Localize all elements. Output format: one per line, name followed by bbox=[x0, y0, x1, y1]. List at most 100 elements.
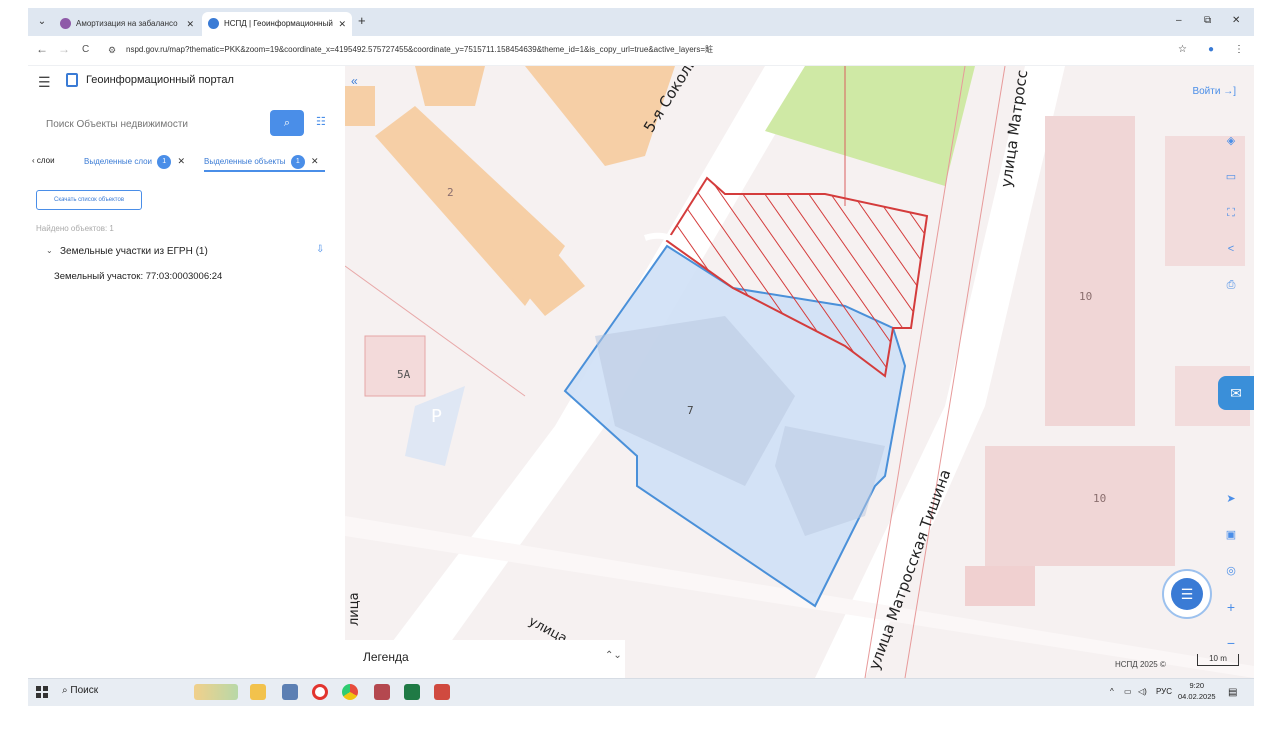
browser-menu-icon[interactable]: ⋮ bbox=[1234, 44, 1244, 55]
layers-icon[interactable]: ◈ bbox=[1218, 130, 1244, 152]
reload-button[interactable]: C bbox=[82, 44, 89, 55]
forward-button[interactable]: → bbox=[58, 42, 70, 56]
minimize-button[interactable]: – bbox=[1176, 15, 1182, 26]
windows-taskbar: ⌕ Поиск ^ ▭ ◁) РУС 9:20 04.02.2025 ▤ bbox=[28, 678, 1254, 706]
scale-bar: 10 m bbox=[1197, 654, 1239, 666]
building-pink bbox=[985, 446, 1175, 566]
calculator-icon[interactable] bbox=[282, 684, 298, 700]
opera-icon[interactable] bbox=[312, 684, 328, 700]
tab-title: Амортизация на забалансо bbox=[76, 19, 178, 28]
chip-count-badge: 1 bbox=[157, 154, 172, 169]
parking-icon: P bbox=[431, 406, 442, 427]
screen: ⌄ Амортизация на забалансо ✕ НСПД | Геои… bbox=[28, 8, 1254, 706]
browser-tab-nspd[interactable]: НСПД | Геоинформационный ✕ bbox=[202, 12, 352, 36]
filter-settings-icon[interactable]: ☷ bbox=[316, 115, 326, 128]
share-icon[interactable]: < bbox=[1218, 238, 1244, 260]
bookmark-star-icon[interactable]: ☆ bbox=[1178, 44, 1187, 55]
profile-icon[interactable]: ● bbox=[1208, 44, 1214, 55]
navigate-icon[interactable]: ➤ bbox=[1218, 488, 1244, 510]
parcel-list-item[interactable]: Земельный участок: 77:03:0003006:24 bbox=[54, 271, 222, 282]
tab-favicon-icon bbox=[60, 18, 71, 29]
copyright-text: НСПД 2025 © bbox=[1115, 660, 1166, 669]
map-svg bbox=[345, 66, 1254, 678]
browser-tab-amortization[interactable]: Амортизация на забалансо ✕ bbox=[54, 12, 200, 36]
print-icon[interactable]: ⎙ bbox=[1218, 274, 1244, 296]
hamburger-menu-icon[interactable]: ☰ bbox=[38, 74, 51, 91]
download-list-button[interactable]: Скачать список объектов bbox=[36, 190, 142, 210]
tab-search-dropdown[interactable]: ⌄ bbox=[34, 14, 50, 30]
building-orange bbox=[345, 86, 375, 126]
chip-label: Выделенные слои bbox=[84, 157, 152, 166]
geolocation-icon[interactable]: ◎ bbox=[1218, 560, 1244, 582]
ruler-icon[interactable]: ▭ bbox=[1218, 166, 1244, 188]
legend-panel[interactable]: Легенда ⌃⌄ bbox=[345, 640, 625, 678]
result-group-title[interactable]: Земельные участки из ЕГРН (1) bbox=[60, 246, 208, 257]
app-icon[interactable] bbox=[374, 684, 390, 700]
back-to-layers-link[interactable]: ‹ слои bbox=[32, 156, 55, 165]
building-number-2: 2 bbox=[447, 186, 454, 199]
clock-date: 04.02.2025 bbox=[1178, 692, 1216, 701]
screen-icon[interactable]: ▣ bbox=[1218, 524, 1244, 546]
url-field[interactable]: nspd.gov.ru/map?thematic=PKK&zoom=19&coo… bbox=[126, 44, 713, 55]
chrome-icon[interactable] bbox=[342, 684, 358, 700]
close-window-button[interactable]: ✕ bbox=[1232, 15, 1240, 26]
building-number-5a: 5А bbox=[397, 368, 411, 381]
weather-widget-icon[interactable] bbox=[194, 684, 238, 700]
portal-logo-icon bbox=[66, 73, 78, 87]
building-5a bbox=[364, 335, 426, 397]
zoom-out-button[interactable]: − bbox=[1218, 632, 1244, 654]
chat-button[interactable]: ✉ bbox=[1218, 376, 1254, 410]
list-icon: ☰ bbox=[1171, 578, 1203, 610]
tab-favicon-icon bbox=[208, 18, 219, 29]
tab-close-icon[interactable]: ✕ bbox=[338, 12, 346, 36]
selection-tabs: ‹ слои Выделенные слои 1 ✕ Выделенные об… bbox=[28, 150, 345, 174]
system-clock[interactable]: 9:20 04.02.2025 bbox=[1178, 680, 1216, 702]
new-tab-button[interactable]: + bbox=[358, 13, 366, 28]
building-orange bbox=[415, 66, 485, 106]
app-icon[interactable] bbox=[434, 684, 450, 700]
chip-close-icon[interactable]: ✕ bbox=[311, 156, 319, 166]
found-count: Найдено объектов: 1 bbox=[36, 224, 114, 233]
expand-collapse-icon[interactable]: ⌃⌄ bbox=[605, 650, 622, 661]
taskbar-search[interactable]: ⌕ Поиск bbox=[62, 685, 98, 696]
taskbar-search-label: Поиск bbox=[70, 685, 99, 696]
building-number-7: 7 bbox=[687, 404, 694, 417]
download-icon[interactable]: ⇩ bbox=[316, 244, 324, 255]
notifications-icon[interactable]: ▤ bbox=[1228, 687, 1237, 698]
select-area-icon[interactable]: ⛶ bbox=[1218, 202, 1244, 224]
tray-overflow-icon[interactable]: ^ bbox=[1110, 687, 1114, 696]
chevron-down-icon[interactable]: ⌄ bbox=[46, 246, 53, 255]
tab-selected-layers[interactable]: Выделенные слои 1 ✕ bbox=[84, 152, 185, 172]
excel-icon[interactable] bbox=[404, 684, 420, 700]
login-button[interactable]: Войти →] bbox=[1192, 86, 1236, 97]
search-button[interactable]: ⌕ bbox=[270, 110, 304, 136]
collapse-panel-button[interactable]: « bbox=[351, 74, 358, 88]
street-label-edge: лица bbox=[347, 592, 362, 626]
search-input[interactable] bbox=[36, 112, 266, 136]
building-number-10: 10 bbox=[1093, 492, 1107, 505]
browser-tabbar: ⌄ Амортизация на забалансо ✕ НСПД | Геои… bbox=[28, 8, 1254, 36]
volume-icon[interactable]: ◁) bbox=[1138, 687, 1147, 696]
building-pink bbox=[1045, 116, 1135, 426]
tab-selected-objects[interactable]: Выделенные объекты 1 ✕ bbox=[204, 152, 325, 172]
legend-label: Легенда bbox=[363, 650, 409, 664]
chip-label: Выделенные объекты bbox=[204, 157, 286, 166]
map-canvas[interactable]: 5-я Сокольническ улица Матросс улица Мат… bbox=[345, 66, 1254, 678]
legend-menu-button[interactable]: ☰ bbox=[1162, 569, 1212, 619]
chat-icon: ✉ bbox=[1230, 385, 1242, 401]
back-button[interactable]: ← bbox=[36, 42, 48, 56]
clock-time: 9:20 bbox=[1189, 681, 1205, 690]
site-info-icon[interactable]: ⚙ bbox=[108, 45, 116, 56]
network-icon[interactable]: ▭ bbox=[1124, 687, 1132, 696]
language-indicator[interactable]: РУС bbox=[1156, 687, 1172, 696]
building-pink bbox=[965, 566, 1035, 606]
tab-title: НСПД | Геоинформационный bbox=[224, 19, 333, 28]
file-explorer-icon[interactable] bbox=[250, 684, 266, 700]
sidebar-panel: ☰ Геоинформационный портал ⌕ ☷ ‹ слои Вы… bbox=[28, 66, 345, 678]
tab-close-icon[interactable]: ✕ bbox=[186, 12, 194, 36]
chip-close-icon[interactable]: ✕ bbox=[177, 156, 185, 166]
chip-count-badge: 1 bbox=[290, 154, 305, 169]
windows-start-icon[interactable] bbox=[36, 686, 48, 698]
zoom-in-button[interactable]: + bbox=[1218, 596, 1244, 618]
maximize-button[interactable]: ⧉ bbox=[1204, 15, 1211, 26]
